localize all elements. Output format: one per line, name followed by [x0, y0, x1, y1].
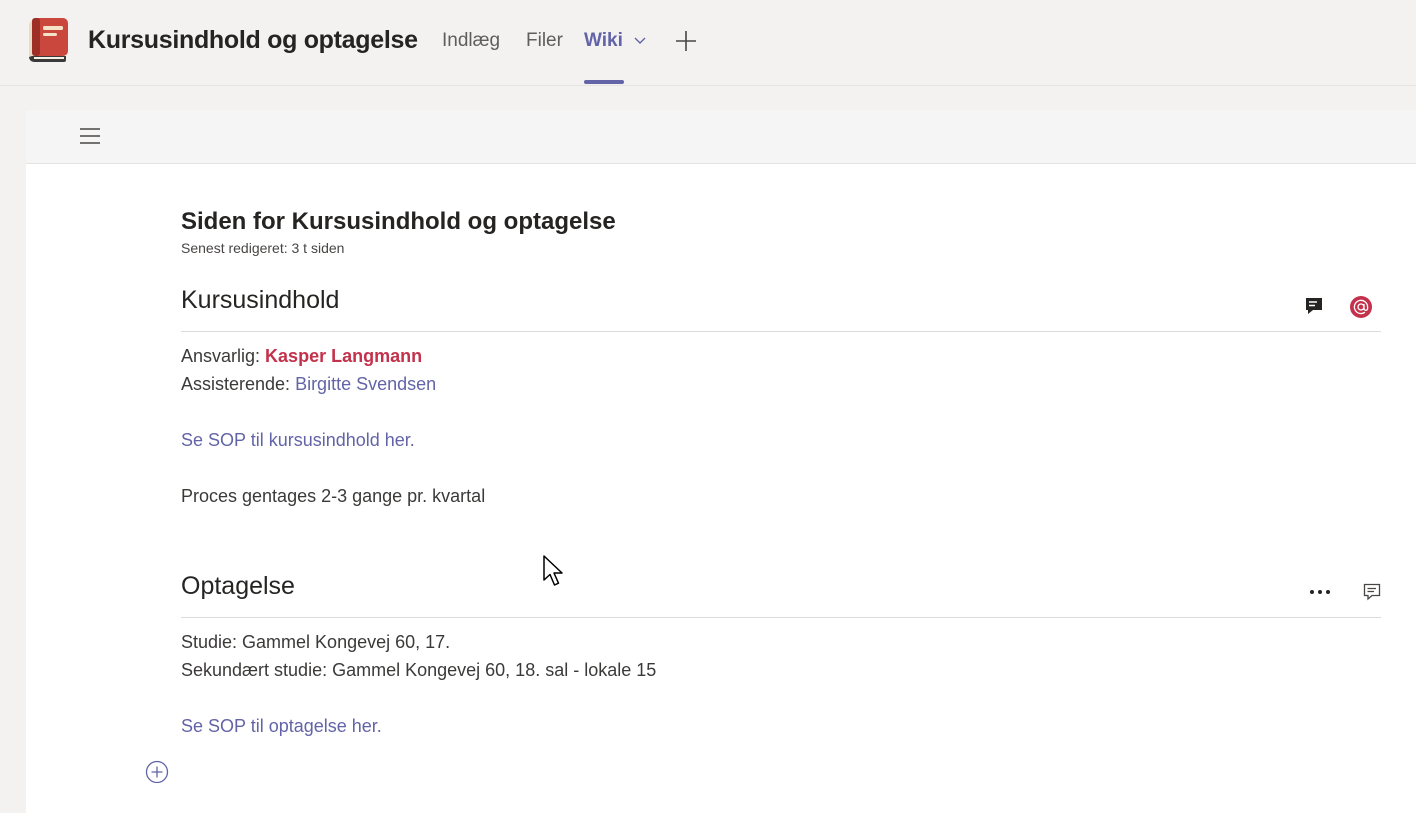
tab-indlaeg[interactable]: Indlæg [442, 30, 500, 52]
responsible-mention[interactable]: Kasper Langmann [265, 346, 422, 366]
plus-icon[interactable] [674, 29, 698, 53]
channel-header: Kursusindhold og optagelse Indlæg Filer … [0, 0, 1416, 86]
section-heading-optagelse[interactable]: Optagelse [181, 572, 295, 601]
chevron-down-icon[interactable] [634, 37, 646, 45]
sop-optagelse-link[interactable]: Se SOP til optagelse her. [181, 716, 382, 737]
responsible-label: Ansvarlig: [181, 346, 266, 366]
hamburger-menu-icon[interactable] [80, 127, 100, 145]
conversation-filled-icon[interactable] [1304, 296, 1324, 316]
tab-filer[interactable]: Filer [526, 30, 563, 52]
more-options-icon[interactable] [1308, 588, 1332, 596]
section-divider [181, 617, 1381, 618]
mouse-pointer-icon [543, 555, 563, 586]
assistant-label: Assisterende: [181, 374, 296, 394]
tab-wiki[interactable]: Wiki [584, 30, 646, 52]
assistant-mention[interactable]: Birgitte Svendsen [295, 374, 436, 394]
channel-title: Kursusindhold og optagelse [88, 26, 418, 54]
assistant-line: Assisterende: Birgitte Svendsen [181, 374, 436, 395]
page-title: Siden for Kursusindhold og optagelse [181, 208, 616, 235]
wiki-panel: Siden for Kursusindhold og optagelse Sen… [26, 110, 1416, 813]
secondary-study-line: Sekundært studie: Gammel Kongevej 60, 18… [181, 660, 657, 680]
wiki-toolbar [26, 110, 1416, 164]
sop-kursusindhold-link[interactable]: Se SOP til kursusindhold her. [181, 430, 415, 451]
conversation-outline-icon[interactable] [1362, 582, 1382, 602]
book-logo-icon [29, 18, 68, 62]
add-section-icon[interactable] [145, 760, 169, 784]
section-heading-kursusindhold[interactable]: Kursusindhold [181, 286, 339, 315]
section-divider [181, 331, 1381, 332]
study-line: Studie: Gammel Kongevej 60, 17. [181, 632, 451, 652]
responsible-line: Ansvarlig: Kasper Langmann [181, 346, 422, 367]
mention-badge-icon[interactable] [1350, 296, 1372, 318]
process-note: Proces gentages 2-3 gange pr. kvartal [181, 486, 486, 506]
active-tab-indicator [584, 80, 624, 84]
last-edited-text: Senest redigeret: 3 t siden [181, 240, 345, 256]
tab-wiki-label: Wiki [584, 30, 623, 51]
